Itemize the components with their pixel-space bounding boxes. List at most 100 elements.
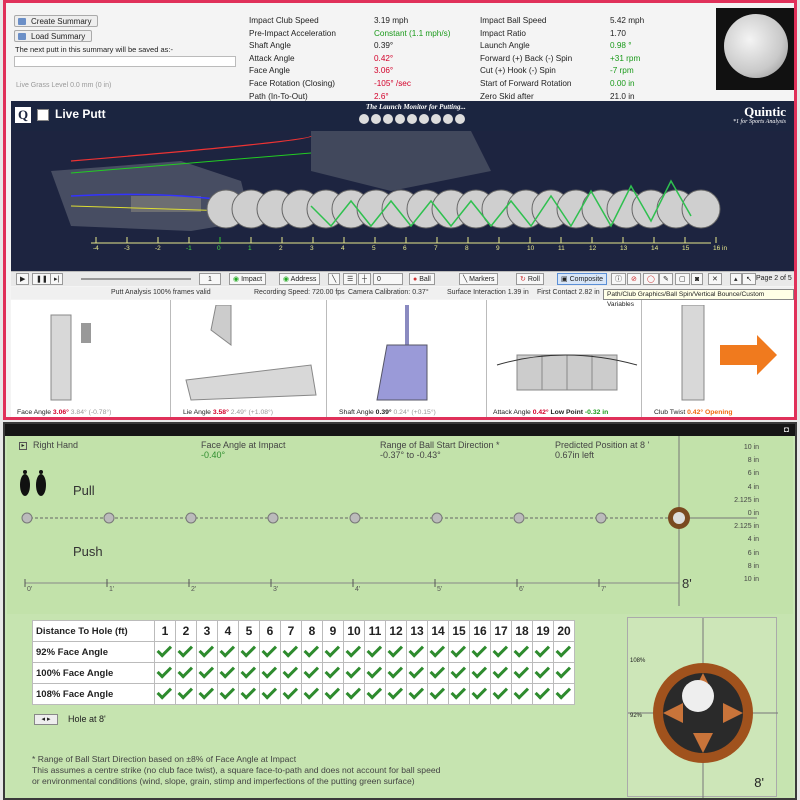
playback-toolbar: ▶ ❚❚ ▸| 1 ◉ Impact ◉ Address ╲ ☰ ┼ 0 ● B… — [11, 271, 794, 286]
distance-header: 11 — [364, 620, 386, 642]
checkmark-icon — [408, 642, 425, 658]
line-tool-button[interactable]: ╲ — [328, 273, 341, 285]
checkmark-icon — [345, 684, 362, 700]
frame-slider[interactable] — [81, 278, 191, 280]
hole-distance-stepper[interactable]: ◂ ▸ — [34, 714, 58, 725]
position-label: 8 in — [747, 457, 759, 465]
metric-value: Constant (1.1 mph/s) — [374, 28, 451, 38]
play-button[interactable]: ▶ — [16, 273, 30, 285]
check-cell — [196, 683, 218, 705]
check-cell — [343, 662, 365, 684]
snapshot-icon[interactable]: ◙ — [691, 273, 704, 285]
create-summary-button[interactable]: Create Summary — [14, 15, 99, 27]
distance-header: 15 — [448, 620, 470, 642]
scale-label: 8 — [465, 245, 469, 252]
settings-icon[interactable]: ✎ — [659, 273, 673, 285]
check-cell — [427, 641, 449, 663]
checkmark-icon — [534, 642, 551, 658]
camera-icon[interactable]: ◘ — [784, 425, 789, 434]
check-cell — [322, 641, 344, 663]
crosshair-button[interactable]: ┼ — [358, 273, 371, 285]
check-cell — [490, 641, 512, 663]
page-up-icon[interactable]: ▴ — [730, 273, 742, 285]
hole-8ft-label: 8' — [754, 775, 764, 790]
check-cell — [343, 641, 365, 663]
checkmark-icon — [261, 684, 278, 700]
value-stepper[interactable]: 0 — [373, 273, 403, 285]
distance-header: 20 — [553, 620, 575, 642]
metric-value: 0.98 ° — [610, 41, 632, 51]
checkmark-icon — [513, 642, 530, 658]
check-cell — [553, 683, 575, 705]
distance-header: 6 — [259, 620, 281, 642]
composite-icon: ▣ — [561, 276, 568, 283]
checkmark-icon — [366, 642, 383, 658]
checkmark-icon — [387, 663, 404, 679]
check-cell — [469, 662, 491, 684]
metric-row: Launch Angle 0.98 ° — [480, 40, 690, 53]
metric-value: 3.19 mph — [374, 16, 409, 25]
checkmark-icon — [513, 663, 530, 679]
shaft-angle-panel[interactable]: Shaft Angle 0.39° 0.24° (+0.15°) — [327, 300, 487, 417]
load-summary-button[interactable]: Load Summary — [14, 30, 93, 42]
face-angle-panel[interactable]: Face Angle 3.06° 3.84° (-0.78°) — [11, 300, 171, 417]
frame-number-field[interactable]: 1 — [199, 273, 221, 285]
checkmark-icon — [471, 642, 488, 658]
checkmark-icon — [366, 684, 383, 700]
lie-angle-panel[interactable]: Lie Angle 3.58° 2.49° (+1.08°) — [171, 300, 327, 417]
status-calibration: Camera Calibration: 0.37° — [348, 289, 429, 296]
cursor-icon[interactable]: ↖ — [742, 273, 756, 285]
address-button[interactable]: ◉ Address — [279, 273, 321, 285]
next-frame-button[interactable]: ▸| — [50, 273, 64, 285]
ball-closeup-image — [716, 8, 794, 90]
pause-button[interactable]: ❚❚ — [32, 273, 52, 285]
checkmark-icon — [240, 642, 257, 658]
club-twist-panel[interactable]: Club Twist 0.42° Opening — [642, 300, 794, 417]
position-label: 8 in — [747, 562, 759, 570]
tagline: The Launch Monitor for Putting... — [366, 103, 466, 111]
check-cell — [175, 641, 197, 663]
quintic-brand: Quintic — [744, 104, 786, 119]
composite-button[interactable]: ▣ Composite — [557, 273, 608, 285]
roll-button[interactable]: ↻ Roll — [516, 273, 544, 285]
live-putt-checkbox[interactable] — [37, 109, 49, 121]
summary-name-input[interactable] — [14, 56, 236, 67]
putt-prediction-window: ◘ ▸ Right Hand Face Angle at Impact -0.40… — [3, 422, 797, 800]
position-label: 0 in — [747, 510, 759, 517]
hole-pct-bottom: 92% — [630, 713, 643, 719]
ball-button[interactable]: ● Ball — [409, 273, 435, 285]
checkmark-icon — [450, 663, 467, 679]
scale-label: -1 — [186, 245, 192, 252]
no-entry-icon[interactable]: ⊘ — [627, 273, 641, 285]
table-row: 100% Face Angle — [32, 662, 575, 684]
distance-header: 14 — [427, 620, 449, 642]
checkmark-icon — [219, 663, 236, 679]
address-icon: ◉ — [283, 276, 290, 283]
distance-header: 9 — [322, 620, 344, 642]
attack-angle-panel[interactable]: Attack Angle 0.42° Low Point -0.32 in — [487, 300, 642, 417]
check-cell — [259, 683, 281, 705]
status-contact: First Contact 2.82 in — [537, 289, 600, 296]
checkmark-icon — [492, 642, 509, 658]
camera-icon[interactable]: ▢ — [675, 273, 690, 285]
ball-position-dot — [103, 512, 115, 524]
position-label: 4 in — [747, 536, 759, 544]
checkmark-icon — [408, 684, 425, 700]
check-cell — [217, 662, 239, 684]
info-icon[interactable]: ⓘ — [611, 273, 626, 285]
club-metrics: Impact Club Speed 3.19 mph Pre-Impact Acce… — [249, 15, 459, 103]
page-indicator: Page 2 of 5 — [756, 275, 792, 282]
check-cell — [406, 683, 428, 705]
scale-label: 1 — [248, 245, 252, 252]
color-bars-icon[interactable]: ☰ — [343, 273, 358, 285]
metric-label: Start of Forward Rotation — [480, 78, 572, 88]
metric-row: Shaft Angle 0.39° — [249, 40, 459, 53]
markers-button[interactable]: ╲ Markers — [459, 273, 499, 285]
scale-label: 6 — [403, 245, 407, 252]
distance-header: 13 — [406, 620, 428, 642]
checkmark-icon — [345, 642, 362, 658]
impact-button[interactable]: ◉ Impact — [229, 273, 267, 285]
tools-icon[interactable]: ✕ — [708, 273, 722, 285]
scale-label: -3 — [124, 245, 130, 252]
record-icon[interactable]: ◯ — [643, 273, 659, 285]
